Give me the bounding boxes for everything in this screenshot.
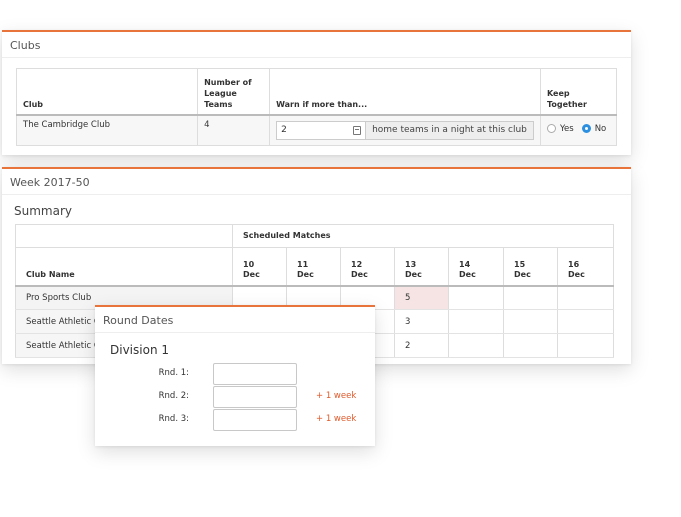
week-panel-title: Week 2017-50: [2, 169, 631, 195]
round-row: Rnd. 3: + 1 week: [95, 409, 375, 431]
date-day: 15: [514, 259, 526, 269]
match-count-cell: [448, 309, 504, 334]
date-column-header: 10 Dec: [232, 247, 287, 287]
date-column-header: 11 Dec: [286, 247, 341, 287]
num-teams-header-line3: Teams: [204, 99, 233, 109]
match-count-cell: [503, 309, 558, 334]
club-name-cell: The Cambridge Club: [16, 114, 199, 146]
match-count-cell: [503, 333, 558, 358]
date-month: Dec: [351, 269, 368, 279]
warn-suffix-label: home teams in a night at this club: [366, 120, 534, 140]
group-header-spacer: [15, 224, 233, 248]
date-column-header: 15 Dec: [503, 247, 558, 287]
club-column-header: Club: [16, 68, 199, 116]
round-date-input[interactable]: [213, 409, 297, 431]
keep-together-no-label[interactable]: No: [595, 124, 607, 134]
round-row: Rnd. 1:: [95, 363, 375, 385]
scheduled-matches-header: Scheduled Matches: [232, 224, 614, 248]
match-count-cell: [448, 333, 504, 358]
num-teams-header-line1: Number of: [204, 77, 252, 87]
match-count-cell: [557, 309, 614, 334]
date-column-header: 12 Dec: [340, 247, 395, 287]
match-count-cell: [557, 285, 614, 310]
round-increment: + 1 week: [316, 414, 357, 424]
date-day: 12: [351, 259, 363, 269]
round-label: Rnd. 3:: [158, 414, 189, 424]
date-month: Dec: [514, 269, 531, 279]
date-column-header: 16 Dec: [557, 247, 614, 287]
date-day: 10: [243, 259, 255, 269]
date-month: Dec: [243, 269, 260, 279]
date-day: 16: [568, 259, 580, 269]
match-count-cell: 2: [394, 333, 449, 358]
keep-together-yes-radio[interactable]: [546, 124, 556, 133]
keep-together-yes-label[interactable]: Yes: [560, 124, 574, 134]
warn-threshold-value: 2: [281, 125, 287, 135]
date-month: Dec: [568, 269, 585, 279]
keep-together-no-radio[interactable]: [581, 124, 591, 133]
round-dates-title: Round Dates: [95, 307, 375, 333]
num-teams-cell: 4: [197, 114, 271, 146]
match-count-cell: [503, 285, 558, 310]
keep-together-column-header: Keep Together: [540, 68, 618, 116]
date-column-header: 13 Dec: [394, 247, 449, 287]
table-row: The Cambridge Club 4 2 home teams in a n…: [16, 114, 618, 146]
warn-threshold-input[interactable]: 2: [276, 120, 367, 140]
round-date-input[interactable]: [213, 386, 297, 408]
match-count-cell: 3: [394, 309, 449, 334]
num-teams-column-header: Number of League Teams: [197, 68, 271, 116]
warn-cell: 2 home teams in a night at this club: [269, 114, 541, 146]
round-label: Rnd. 1:: [158, 368, 189, 378]
division-title: Division 1: [110, 343, 169, 357]
round-dates-panel: Round Dates Division 1 Rnd. 1: Rnd. 2: +…: [95, 305, 375, 446]
date-day: 13: [405, 259, 417, 269]
date-day: 14: [459, 259, 471, 269]
club-name-column-header: Club Name: [15, 247, 233, 287]
summary-title: Summary: [14, 204, 72, 218]
match-count-cell: [557, 333, 614, 358]
match-count-cell: [448, 285, 504, 310]
num-teams-header-line2: League: [204, 88, 237, 98]
clubs-panel: Clubs Club Number of League Teams Warn i…: [2, 30, 631, 155]
date-month: Dec: [297, 269, 314, 279]
warn-column-header: Warn if more than...: [269, 68, 541, 116]
date-day: 11: [297, 259, 309, 269]
round-date-input[interactable]: [213, 363, 297, 385]
date-column-header: 14 Dec: [448, 247, 504, 287]
round-row: Rnd. 2: + 1 week: [95, 386, 375, 408]
keep-together-cell: Yes No: [540, 114, 618, 146]
round-label: Rnd. 2:: [158, 391, 189, 401]
calendar-icon[interactable]: [353, 125, 362, 135]
date-month: Dec: [405, 269, 422, 279]
clubs-panel-title: Clubs: [2, 32, 631, 58]
round-increment: + 1 week: [316, 391, 357, 401]
match-count-cell: 5: [394, 285, 449, 310]
clubs-table: Club Number of League Teams Warn if more…: [16, 68, 618, 146]
date-month: Dec: [459, 269, 476, 279]
